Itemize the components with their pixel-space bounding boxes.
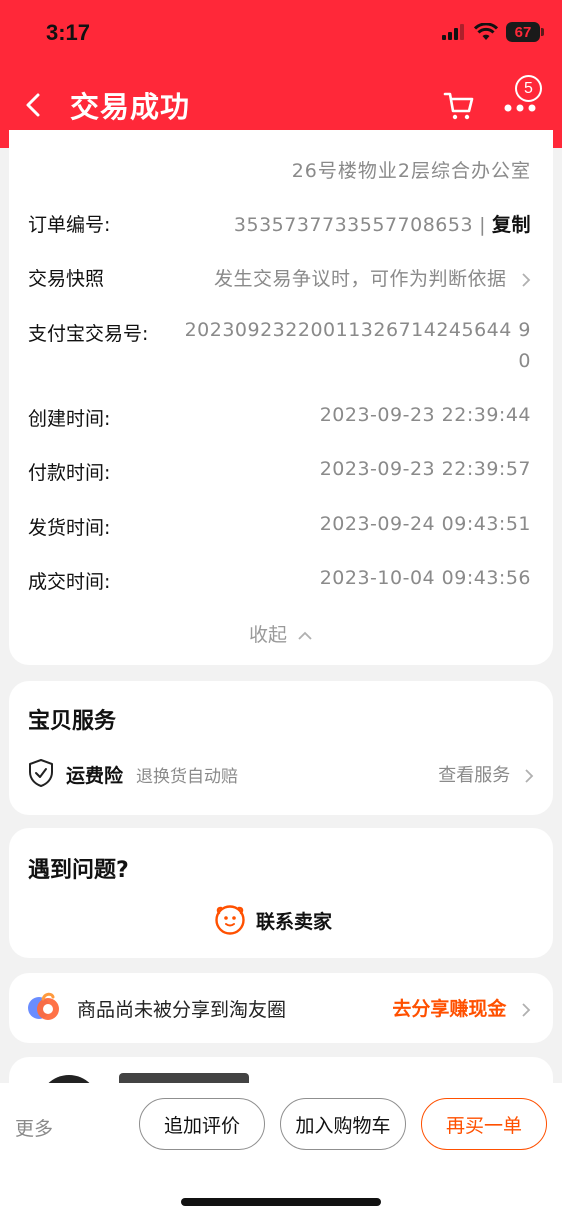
problem-title: 遇到问题? (28, 858, 129, 883)
cart-icon[interactable] (442, 88, 476, 122)
battery-icon: 67 (506, 22, 544, 42)
status-time: 3:17 (46, 20, 91, 45)
snapshot-desc: 发生交易争议时，可作为判断依据 (213, 268, 507, 290)
page-title: 交易成功 (70, 90, 191, 124)
shield-check-icon (29, 759, 53, 787)
snapshot-value-group: 发生交易争议时，可作为判断依据 (214, 264, 531, 291)
view-service-link[interactable]: 查看服务 (438, 761, 534, 787)
buy-again-button[interactable]: 再买一单 (421, 1098, 547, 1150)
chevron-up-icon (298, 631, 312, 640)
status-icons: 67 (442, 22, 544, 42)
deal-time-value: 2023-10-04 09:43:56 (319, 567, 531, 589)
wifi-icon (474, 23, 498, 40)
order-number-label: 订单编号: (28, 214, 111, 236)
collapse-button[interactable]: 收起 (9, 620, 553, 647)
payment-time-value: 2023-09-23 22:39:57 (319, 458, 531, 480)
separator: | (479, 214, 486, 236)
shipping-time-label: 发货时间: (28, 517, 111, 539)
deal-time-label: 成交时间: (28, 571, 111, 593)
chevron-right-icon (522, 272, 531, 287)
service-card: 宝贝服务 运费险 退换货自动赔 查看服务 (9, 681, 553, 815)
service-desc: 退换货自动赔 (136, 767, 238, 787)
alipay-trade-label: 支付宝交易号: (28, 323, 149, 345)
copy-button[interactable]: 复制 (492, 214, 531, 236)
share-earn-label: 去分享赚现金 (392, 998, 507, 1020)
chevron-right-icon (525, 769, 534, 783)
taoyouquan-icon (28, 992, 59, 1020)
order-number-value: 3535737733557708653 (233, 214, 474, 236)
chevron-right-icon (522, 1002, 531, 1017)
notification-badge: 5 (515, 75, 542, 102)
order-info-card: 26号楼物业2层综合办公室 订单编号: 3535737733557708653 |… (9, 130, 553, 665)
order-number-value-group: 3535737733557708653 | 复制 (234, 210, 531, 237)
payment-time-label: 付款时间: (28, 462, 111, 484)
created-time-label: 创建时间: (28, 408, 111, 430)
service-name: 运费险 (66, 765, 124, 787)
created-time-value: 2023-09-23 22:39:44 (319, 404, 531, 426)
add-to-cart-button[interactable]: 加入购物车 (280, 1098, 406, 1150)
signal-icon (442, 24, 464, 40)
back-button[interactable] (20, 88, 48, 122)
freight-insurance-row[interactable]: 运费险 退换货自动赔 查看服务 (28, 758, 534, 790)
add-review-button[interactable]: 追加评价 (139, 1098, 265, 1150)
problem-card: 遇到问题? 联系卖家 (9, 828, 553, 958)
home-indicator (181, 1198, 381, 1206)
more-button[interactable]: 更多 (15, 1114, 53, 1141)
address-tail: 26号楼物业2层综合办公室 (291, 160, 531, 182)
contact-seller-label: 联系卖家 (256, 910, 333, 933)
view-service-label: 查看服务 (438, 765, 511, 786)
service-title: 宝贝服务 (28, 709, 117, 734)
contact-seller-button[interactable]: 联系卖家 (214, 903, 332, 937)
share-earn-link[interactable]: 去分享赚现金 (392, 994, 531, 1021)
shipping-time-value: 2023-09-24 09:43:51 (319, 513, 531, 535)
alipay-trade-value-line1: 20230923220011326714245644 9 (184, 319, 531, 341)
share-card[interactable]: 商品尚未被分享到淘友圈 去分享赚现金 (9, 973, 553, 1043)
seller-chat-icon (215, 905, 245, 935)
alipay-trade-value-line2: 0 (518, 350, 531, 372)
snapshot-label: 交易快照 (28, 268, 105, 290)
top-bar: 3:17 67 交易成功 5 (0, 0, 562, 148)
share-status-text: 商品尚未被分享到淘友圈 (77, 999, 287, 1021)
collapse-label: 收起 (248, 624, 287, 646)
bottom-action-bar: 更多 追加评价 加入购物车 再买一单 (0, 1083, 562, 1218)
